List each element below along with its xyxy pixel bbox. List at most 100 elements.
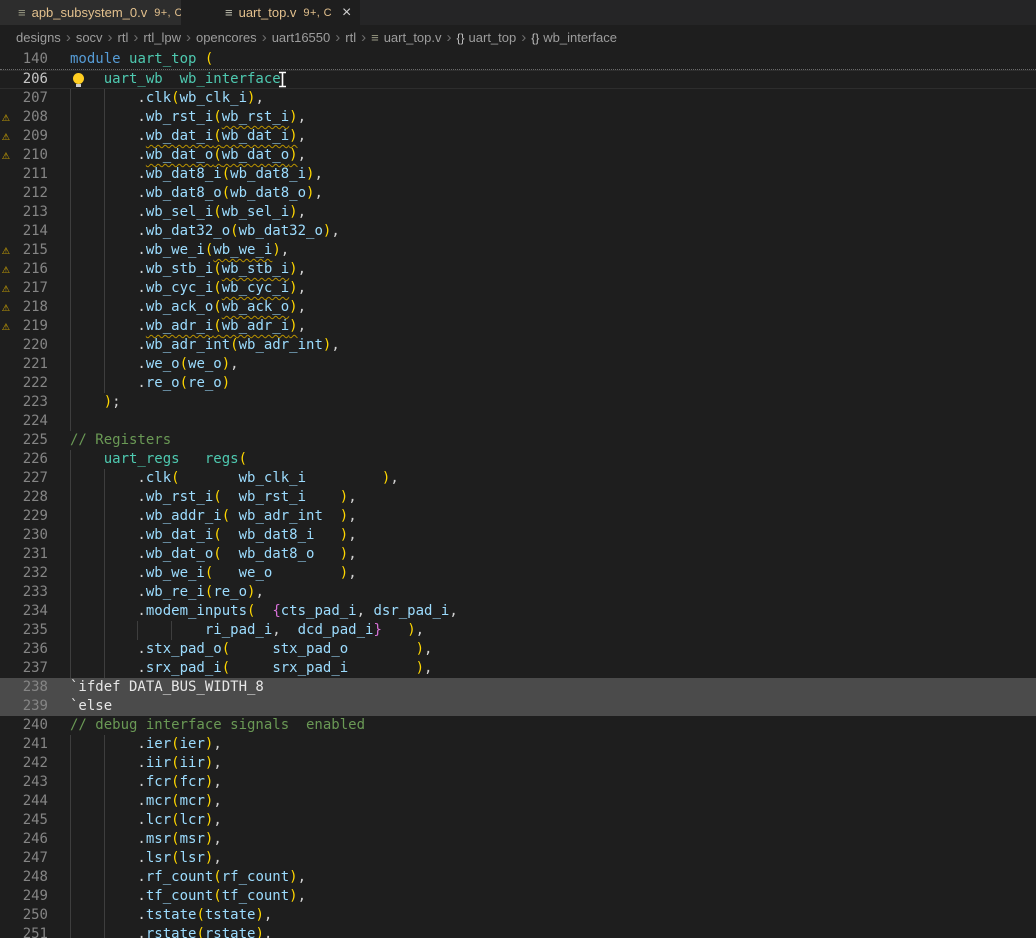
code-line-248[interactable]: 248 .rf_count(rf_count), — [0, 868, 1036, 887]
code-line-222[interactable]: 222 .re_o(re_o) — [0, 374, 1036, 393]
code-line-214[interactable]: 214 .wb_dat32_o(wb_dat32_o), — [0, 222, 1036, 241]
quick-fix-lightbulb-icon[interactable] — [73, 73, 84, 84]
code-line-216[interactable]: ⚠216 .wb_stb_i(wb_stb_i), — [0, 260, 1036, 279]
line-number[interactable]: 223 — [0, 393, 48, 412]
line-number[interactable]: 229 — [0, 507, 48, 526]
line-number[interactable]: 213 — [0, 203, 48, 222]
code-line-251[interactable]: 251 .rstate(rstate), — [0, 925, 1036, 938]
breadcrumb-item-uart16550[interactable]: uart16550 — [272, 30, 331, 45]
code-line-207[interactable]: 207 .clk(wb_clk_i), — [0, 89, 1036, 108]
line-number[interactable]: 244 — [0, 792, 48, 811]
breadcrumb-item-designs[interactable]: designs — [16, 30, 61, 45]
code-line-234[interactable]: 234 .modem_inputs( {cts_pad_i, dsr_pad_i… — [0, 602, 1036, 621]
sticky-scroll-line[interactable]: 140module uart_top ( — [0, 50, 1036, 70]
line-number[interactable]: 241 — [0, 735, 48, 754]
line-number[interactable]: 249 — [0, 887, 48, 906]
line-number[interactable]: 245 — [0, 811, 48, 830]
code-line-229[interactable]: 229 .wb_addr_i( wb_adr_int ), — [0, 507, 1036, 526]
line-number[interactable]: 237 — [0, 659, 48, 678]
code-line-228[interactable]: 228 .wb_rst_i( wb_rst_i ), — [0, 488, 1036, 507]
line-number[interactable]: 215 — [0, 241, 48, 260]
line-number[interactable]: 208 — [0, 108, 48, 127]
code-line-233[interactable]: 233 .wb_re_i(re_o), — [0, 583, 1036, 602]
line-number[interactable]: 217 — [0, 279, 48, 298]
code-line-219[interactable]: ⚠219 .wb_adr_i(wb_adr_i), — [0, 317, 1036, 336]
line-number[interactable]: 242 — [0, 754, 48, 773]
line-number[interactable]: 234 — [0, 602, 48, 621]
line-number[interactable]: 211 — [0, 165, 48, 184]
line-number[interactable]: 216 — [0, 260, 48, 279]
line-number[interactable]: 247 — [0, 849, 48, 868]
code-line-235[interactable]: 235 ri_pad_i, dcd_pad_i} ), — [0, 621, 1036, 640]
line-number[interactable]: 218 — [0, 298, 48, 317]
line-number[interactable]: 209 — [0, 127, 48, 146]
code-line-206[interactable]: 206 uart_wb wb_interface — [0, 70, 1036, 89]
code-line-231[interactable]: 231 .wb_dat_o( wb_dat8_o ), — [0, 545, 1036, 564]
code-line-247[interactable]: 247 .lsr(lsr), — [0, 849, 1036, 868]
breadcrumb-item-file[interactable]: ≡uart_top.v — [371, 30, 441, 45]
code-line-244[interactable]: 244 .mcr(mcr), — [0, 792, 1036, 811]
code-line-213[interactable]: 213 .wb_sel_i(wb_sel_i), — [0, 203, 1036, 222]
code-line-232[interactable]: 232 .wb_we_i( we_o ), — [0, 564, 1036, 583]
code-line-226[interactable]: 226 uart_regs regs( — [0, 450, 1036, 469]
code-line-230[interactable]: 230 .wb_dat_i( wb_dat8_i ), — [0, 526, 1036, 545]
breadcrumb-symbol-wb_interface[interactable]: {}wb_interface — [531, 30, 617, 45]
line-number[interactable]: 219 — [0, 317, 48, 336]
close-icon[interactable]: × — [342, 5, 351, 21]
line-number[interactable]: 210 — [0, 146, 48, 165]
code-line-215[interactable]: ⚠215 .wb_we_i(wb_we_i), — [0, 241, 1036, 260]
line-number[interactable]: 233 — [0, 583, 48, 602]
code-line-240[interactable]: 240// debug interface signals enabled — [0, 716, 1036, 735]
code-line-249[interactable]: 249 .tf_count(tf_count), — [0, 887, 1036, 906]
breadcrumb-symbol-uart_top[interactable]: {}uart_top — [457, 30, 517, 45]
breadcrumb-item-rtl[interactable]: rtl — [345, 30, 356, 45]
line-number[interactable]: 231 — [0, 545, 48, 564]
code-editor[interactable]: 140module uart_top ( 206 uart_wb wb_inte… — [0, 50, 1036, 938]
line-number[interactable]: 212 — [0, 184, 48, 203]
breadcrumb-item-opencores[interactable]: opencores — [196, 30, 257, 45]
tab-apb-subsystem[interactable]: ≡ apb_subsystem_0.v 9+, C — [0, 0, 181, 25]
code-line-239[interactable]: 239`else — [0, 697, 1036, 716]
tab-uart-top[interactable]: ≡ uart_top.v 9+, C × — [181, 0, 360, 25]
line-number[interactable]: 226 — [0, 450, 48, 469]
code-line-225[interactable]: 225// Registers — [0, 431, 1036, 450]
line-number[interactable]: 227 — [0, 469, 48, 488]
code-line-236[interactable]: 236 .stx_pad_o( stx_pad_o ), — [0, 640, 1036, 659]
code-line-237[interactable]: 237 .srx_pad_i( srx_pad_i ), — [0, 659, 1036, 678]
code-line-209[interactable]: ⚠209 .wb_dat_i(wb_dat_i), — [0, 127, 1036, 146]
line-number[interactable]: 221 — [0, 355, 48, 374]
code-line-208[interactable]: ⚠208 .wb_rst_i(wb_rst_i), — [0, 108, 1036, 127]
code-line-223[interactable]: 223 ); — [0, 393, 1036, 412]
code-line-212[interactable]: 212 .wb_dat8_o(wb_dat8_o), — [0, 184, 1036, 203]
line-number[interactable]: 250 — [0, 906, 48, 925]
line-number[interactable]: 240 — [0, 716, 48, 735]
breadcrumb-item-socv[interactable]: socv — [76, 30, 103, 45]
code-line-243[interactable]: 243 .fcr(fcr), — [0, 773, 1036, 792]
line-number[interactable]: 222 — [0, 374, 48, 393]
code-line-227[interactable]: 227 .clk( wb_clk_i ), — [0, 469, 1036, 488]
line-number[interactable]: 238 — [0, 678, 48, 697]
code-line-211[interactable]: 211 .wb_dat8_i(wb_dat8_i), — [0, 165, 1036, 184]
code-line-238[interactable]: 238`ifdef DATA_BUS_WIDTH_8 — [0, 678, 1036, 697]
code-line-241[interactable]: 241 .ier(ier), — [0, 735, 1036, 754]
code-line-245[interactable]: 245 .lcr(lcr), — [0, 811, 1036, 830]
line-number[interactable]: 232 — [0, 564, 48, 583]
line-number[interactable]: 224 — [0, 412, 48, 431]
code-line-210[interactable]: ⚠210 .wb_dat_o(wb_dat_o), — [0, 146, 1036, 165]
code-line-218[interactable]: ⚠218 .wb_ack_o(wb_ack_o), — [0, 298, 1036, 317]
line-number[interactable]: 236 — [0, 640, 48, 659]
line-number[interactable]: 220 — [0, 336, 48, 355]
line-number[interactable]: 235 — [0, 621, 48, 640]
code-line-246[interactable]: 246 .msr(msr), — [0, 830, 1036, 849]
code-line-221[interactable]: 221 .we_o(we_o), — [0, 355, 1036, 374]
code-line-250[interactable]: 250 .tstate(tstate), — [0, 906, 1036, 925]
code-line-242[interactable]: 242 .iir(iir), — [0, 754, 1036, 773]
line-number[interactable]: 225 — [0, 431, 48, 450]
line-number[interactable]: 246 — [0, 830, 48, 849]
breadcrumb-item-rtl_lpw[interactable]: rtl_lpw — [143, 30, 181, 45]
line-number[interactable]: 228 — [0, 488, 48, 507]
line-number[interactable]: 140 — [0, 50, 48, 69]
line-number[interactable]: 206 — [0, 70, 48, 89]
code-line-220[interactable]: 220 .wb_adr_int(wb_adr_int), — [0, 336, 1036, 355]
line-number[interactable]: 214 — [0, 222, 48, 241]
